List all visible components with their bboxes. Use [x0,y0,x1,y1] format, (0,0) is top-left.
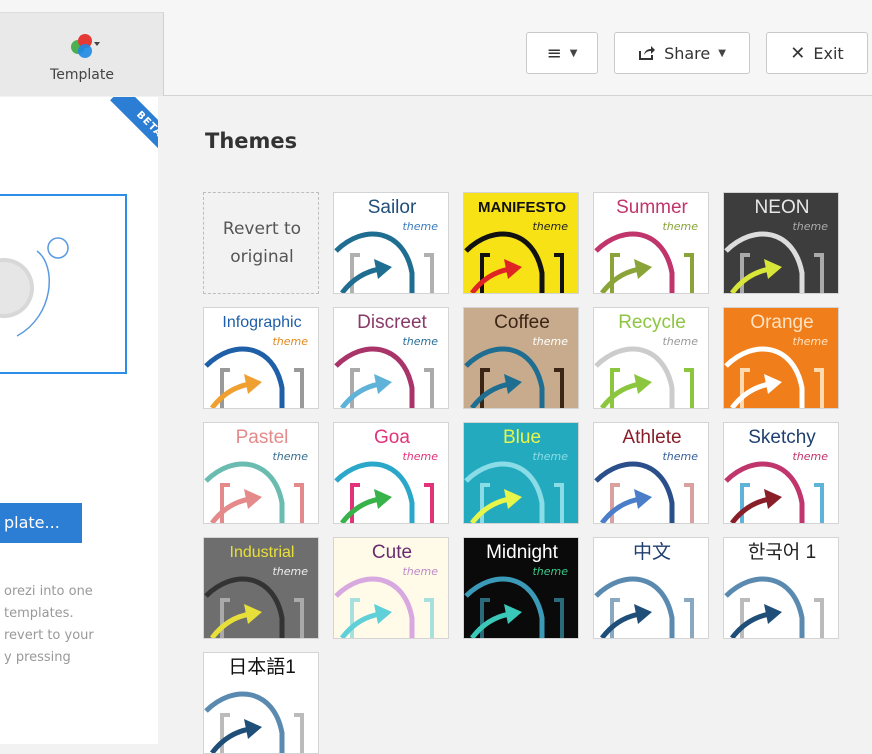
exit-label: Exit [813,43,844,63]
theme-subtitle: theme [662,220,698,233]
theme-name: 中文 [632,542,671,563]
template-label: Template [50,67,114,83]
theme-name: Cute [371,542,413,563]
theme-tile[interactable]: NEON theme [723,192,839,294]
theme-tile[interactable]: Cute theme [333,537,449,639]
theme-tile[interactable]: Athlete theme [593,422,709,524]
theme-name: MANIFESTO [477,199,567,216]
theme-tile[interactable]: Goa theme [333,422,449,524]
share-icon [639,46,656,60]
top-toolbar: Template ≡ ▼ Share ▼ ✕ Exit [0,0,872,96]
theme-name: 한국어 1 [747,542,817,563]
beta-label: BETA [110,97,158,161]
sidebar-description: orezi into one templates. revert to your… [4,584,94,665]
theme-subtitle: theme [402,565,438,578]
theme-tile[interactable]: Midnight theme [463,537,579,639]
theme-name: Orange [750,312,814,333]
theme-name: Industrial [229,544,295,561]
theme-subtitle: theme [272,335,308,348]
theme-subtitle: theme [792,335,828,348]
theme-subtitle: theme [272,450,308,463]
theme-name: Blue [502,427,542,448]
theme-tile[interactable]: 日本語1 [203,652,319,754]
theme-subtitle: theme [402,335,438,348]
themes-heading: Themes [205,129,298,153]
theme-name: Midnight [486,542,558,563]
template-tab[interactable]: Template [0,12,164,96]
beta-ribbon: BETA [94,97,158,161]
theme-subtitle: theme [532,220,568,233]
theme-tile[interactable]: Summer theme [593,192,709,294]
hamburger-icon: ≡ [546,42,562,64]
template-sidebar: BETA plate... orezi into one templates. … [0,97,158,744]
theme-name: Sketchy [748,427,816,448]
theme-tile[interactable]: 中文 [593,537,709,639]
theme-subtitle: theme [532,565,568,578]
template-thumbnail [0,237,69,337]
chevron-down-icon: ▼ [718,47,726,59]
menu-button[interactable]: ≡ ▼ [526,32,598,74]
theme-name: Athlete [622,427,682,448]
chevron-down-icon: ▼ [569,47,578,59]
theme-tile[interactable]: Infographic theme [203,307,319,409]
theme-tile[interactable]: Discreet theme [333,307,449,409]
theme-tile[interactable]: Sailor theme [333,192,449,294]
theme-name: Recycle [618,312,686,333]
theme-subtitle: theme [532,335,568,348]
theme-subtitle: theme [792,220,828,233]
share-button[interactable]: Share ▼ [614,32,750,74]
close-icon: ✕ [790,42,806,64]
theme-name: NEON [754,197,810,218]
theme-name: Discreet [357,312,427,333]
current-template-preview[interactable] [0,194,127,374]
theme-name: Goa [374,427,410,448]
theme-tile[interactable]: Pastel theme [203,422,319,524]
theme-tile[interactable]: 한국어 1 [723,537,839,639]
theme-name: Coffee [494,312,550,333]
share-label: Share [664,43,711,63]
theme-tile[interactable]: Coffee theme [463,307,579,409]
theme-name: Sailor [367,197,417,218]
theme-name: Pastel [235,427,289,448]
color-palette-icon [71,34,100,58]
theme-subtitle: theme [662,450,698,463]
theme-subtitle: theme [402,220,438,233]
choose-template-button[interactable]: plate... [0,503,82,543]
theme-tile[interactable]: Recycle theme [593,307,709,409]
exit-button[interactable]: ✕ Exit [766,32,868,74]
theme-tile[interactable]: Sketchy theme [723,422,839,524]
theme-subtitle: theme [662,335,698,348]
revert-to-original-tile[interactable]: Revert to original [203,192,319,294]
theme-tile[interactable]: MANIFESTO theme [463,192,579,294]
theme-subtitle: theme [792,450,828,463]
theme-name: Summer [616,197,688,218]
theme-tile[interactable]: Orange theme [723,307,839,409]
theme-name: Infographic [222,314,302,331]
theme-subtitle: theme [402,450,438,463]
theme-subtitle: theme [532,450,568,463]
theme-name: 日本語1 [228,657,296,678]
theme-tile[interactable]: Industrial theme [203,537,319,639]
theme-subtitle: theme [272,565,308,578]
theme-tile[interactable]: Blue theme [463,422,579,524]
